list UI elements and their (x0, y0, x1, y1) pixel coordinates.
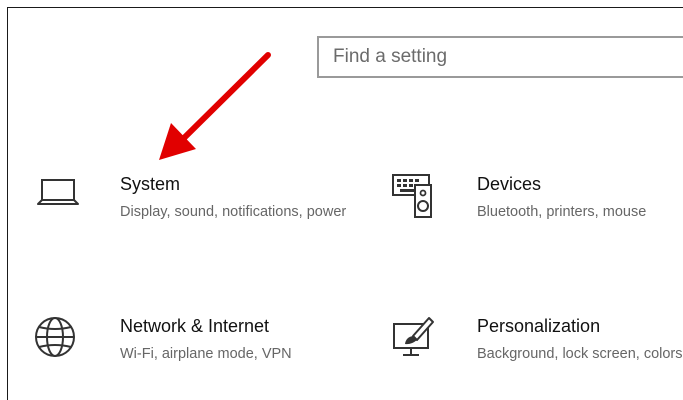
tile-description: Background, lock screen, colors (477, 346, 683, 362)
search-box[interactable] (317, 36, 683, 78)
tile-devices[interactable]: Devices Bluetooth, printers, mouse (391, 174, 683, 254)
tile-personalization[interactable]: Personalization Background, lock screen,… (391, 316, 683, 396)
paint-monitor-icon (391, 316, 439, 364)
tile-title: Personalization (477, 316, 601, 336)
devices-icon (391, 174, 439, 222)
tile-title: System (120, 174, 181, 194)
globe-icon (34, 316, 82, 364)
settings-window: System Display, sound, notifications, po… (7, 7, 683, 400)
tile-system[interactable]: System Display, sound, notifications, po… (34, 174, 364, 254)
tile-title: Devices (477, 174, 542, 194)
tile-description: Bluetooth, printers, mouse (477, 204, 647, 220)
laptop-icon (34, 174, 82, 222)
tile-title: Network & Internet (120, 316, 270, 336)
tile-description: Wi-Fi, airplane mode, VPN (120, 346, 292, 362)
tile-description: Display, sound, notifications, power (120, 204, 347, 220)
search-input[interactable] (333, 38, 673, 76)
tile-network-internet[interactable]: Network & Internet Wi-Fi, airplane mode,… (34, 316, 364, 396)
